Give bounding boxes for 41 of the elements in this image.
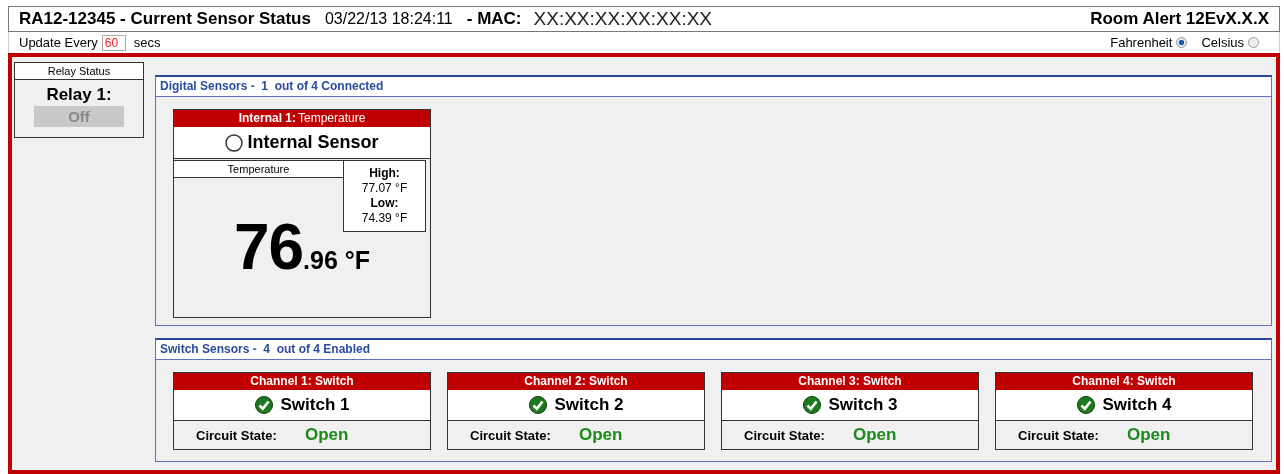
update-unit: secs bbox=[133, 35, 161, 50]
circuit-state: Open bbox=[578, 425, 623, 445]
switch-name: Switch 4 bbox=[1102, 395, 1172, 415]
mac-address: XX:XX:XX:XX:XX:XX bbox=[533, 8, 712, 30]
mac-label: - MAC: bbox=[466, 9, 522, 29]
unit-label: Fahrenheit bbox=[1110, 35, 1173, 50]
circle-icon bbox=[225, 133, 244, 152]
circuit-state-label: Circuit State: bbox=[744, 427, 825, 443]
circuit-state-label: Circuit State: bbox=[196, 427, 277, 443]
circuit-state: Open bbox=[304, 425, 349, 445]
reading-label: Temperature bbox=[174, 160, 344, 178]
switch-name: Switch 3 bbox=[828, 395, 898, 415]
channel-header: Channel 3: Switch bbox=[722, 373, 978, 390]
high-label: High: bbox=[368, 166, 401, 181]
unit-label: Celsius bbox=[1201, 35, 1244, 50]
update-interval-field[interactable]: 60 bbox=[101, 34, 126, 51]
switch-name: Switch 2 bbox=[554, 395, 624, 415]
page-title: RA12-12345 - Current Sensor Status bbox=[19, 9, 311, 29]
timestamp: 03/22/13 18:24:11 bbox=[324, 10, 453, 28]
high-value: 77.07 °F bbox=[360, 181, 409, 196]
low-value: 74.39 °F bbox=[360, 211, 409, 226]
switch-name: Switch 1 bbox=[280, 395, 350, 415]
update-label: Update Every bbox=[19, 35, 98, 50]
relay-title: Relay Status bbox=[15, 63, 143, 80]
circuit-state: Open bbox=[852, 425, 897, 445]
circuit-state-label: Circuit State: bbox=[1018, 427, 1099, 443]
sensor-header: Internal 1: Temperature bbox=[174, 110, 430, 127]
channel-header: Channel 4: Switch bbox=[996, 373, 1252, 390]
sensor-name: Internal Sensor bbox=[247, 132, 379, 153]
low-label: Low: bbox=[369, 196, 400, 211]
circuit-state-label: Circuit State: bbox=[470, 427, 551, 443]
unit-radio[interactable] bbox=[1248, 37, 1259, 48]
model-name: Room Alert 12EvX.X.X bbox=[1090, 9, 1269, 29]
unit-radio[interactable] bbox=[1176, 37, 1188, 48]
circuit-state: Open bbox=[1126, 425, 1171, 445]
channel-header: Channel 2: Switch bbox=[448, 373, 704, 390]
channel-header: Channel 1: Switch bbox=[174, 373, 430, 390]
relay-state: Off bbox=[34, 106, 124, 127]
panel-title: Switch Sensors - 4 out of 4 Enabled bbox=[156, 340, 1271, 360]
panel-title: Digital Sensors - 1 out of 4 Connected bbox=[156, 77, 1271, 97]
relay-name: Relay 1: bbox=[46, 85, 112, 105]
